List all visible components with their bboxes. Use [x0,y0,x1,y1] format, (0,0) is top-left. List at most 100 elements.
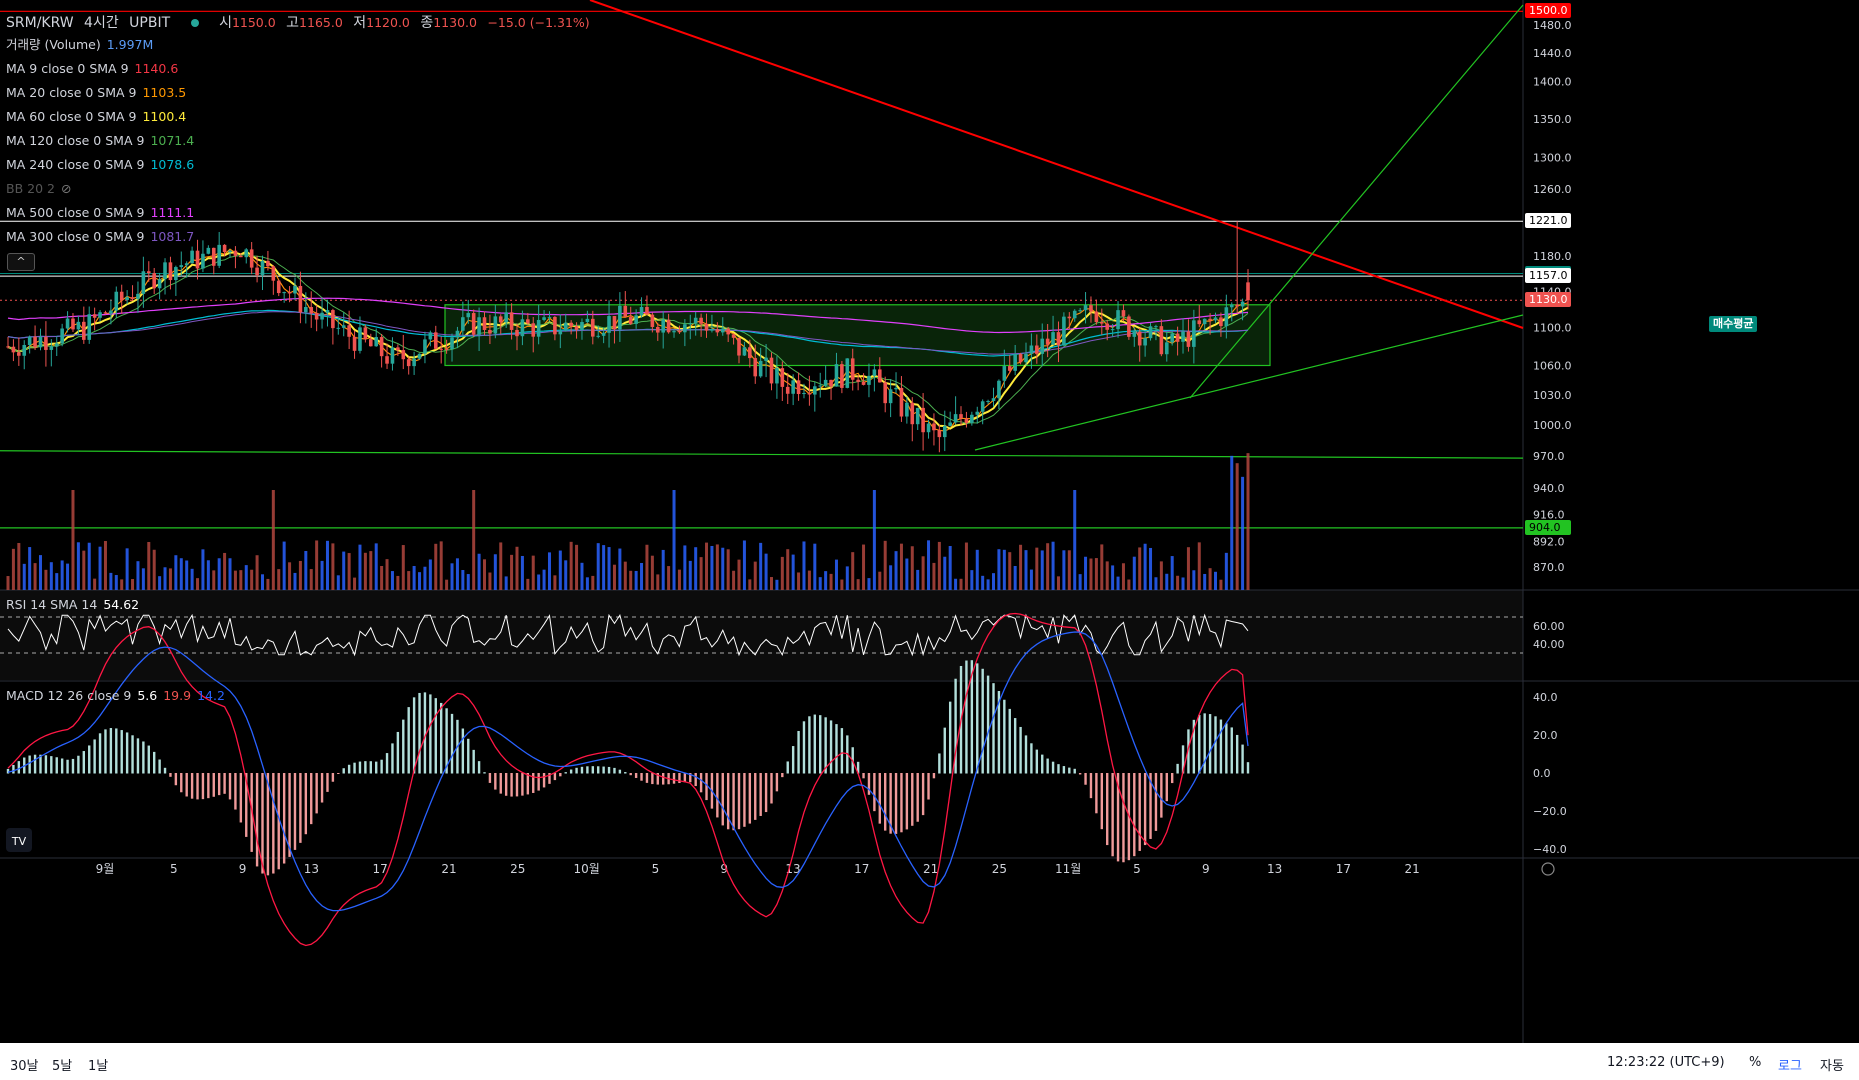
macd-histogram-bar [927,773,930,800]
macd-legend[interactable]: MACD 12 26 close 9 5.6 19.9 14.2 [6,689,225,703]
macd-histogram-bar [1246,762,1250,774]
volume-bar [1127,579,1131,590]
interval-label[interactable]: 4시간 [84,15,119,31]
price-axis-label: 1030.0 [1533,389,1572,402]
legend-row[interactable]: MA 120 close 0 SMA 9 1071.4 [6,134,194,148]
volume-bar [33,563,37,590]
macd-histogram-bar [672,773,676,784]
legend-row[interactable]: MA 60 close 0 SMA 9 1100.4 [6,110,186,124]
candle-body [401,350,406,360]
volume-bar [910,546,914,590]
macd-histogram-bar [120,730,123,774]
price-tag[interactable]: 1221.0 [1525,213,1571,229]
macd-axis-label: 0.0 [1533,767,1551,780]
percent-toggle[interactable]: % [1749,1055,1761,1070]
macd-histogram-bar [293,773,297,850]
macd-histogram-bar [28,755,31,774]
legend-row[interactable]: MA 20 close 0 SMA 9 1103.5 [6,86,186,100]
price-tag[interactable]: 1500.0 [1525,3,1571,19]
candle-body [444,348,449,350]
range-5d[interactable]: 5날 [52,1055,72,1074]
legend-row[interactable]: MA 300 close 0 SMA 9 1081.7 [6,230,194,244]
macd-histogram-bar [180,773,183,793]
candle-body [980,401,985,412]
macd-histogram-bar [640,773,643,781]
range-30d[interactable]: 30날 [10,1055,39,1074]
legend-row[interactable]: MA 9 close 0 SMA 9 1140.6 [6,62,178,76]
legend-value: 1140.6 [134,61,179,76]
candle-body [76,321,81,330]
legend-value: 1.997M [106,37,154,52]
macd-histogram-bar [1106,773,1109,846]
macd-histogram-bar [1165,773,1168,802]
macd-histogram-bar [136,738,140,774]
macd-histogram-bar [1214,716,1217,774]
candle-body [1175,333,1180,342]
log-toggle[interactable]: 로그 [1778,1055,1802,1074]
candle-body [515,329,519,337]
volume-bar [353,577,357,590]
volume-bar [829,573,833,590]
volume-bar [629,570,633,590]
volume-bar [60,560,64,590]
volume-bar [742,540,746,590]
rsi-axis-label: 60.00 [1533,620,1565,633]
candle-body [823,379,828,386]
collapse-legend-button[interactable]: ^ [7,253,35,271]
volume-bar [1067,550,1071,590]
legend-row[interactable]: BB 20 2 ⊘ [6,182,71,196]
volume-bar [894,551,898,590]
candle-body [1078,310,1082,312]
candle-body [1072,310,1077,319]
volume-bar [607,547,611,590]
volume-bar [775,579,779,590]
volume-bar [1111,565,1115,590]
hidden-eye-icon[interactable]: ⊘ [61,181,71,196]
price-tag[interactable]: 904.0 [1525,519,1571,535]
volume-bar [385,559,389,590]
macd-histogram-bar [1122,773,1125,863]
auto-toggle[interactable]: 자동 [1820,1055,1844,1074]
volume-bar [970,570,974,590]
macd-histogram-bar [266,773,270,876]
volume-bar [212,570,216,590]
buy-average-badge[interactable]: 매수평균 [1709,316,1758,332]
volume-bar [168,568,172,590]
legend-row[interactable]: 거래량 (Volume) 1.997M [6,38,153,52]
candle-body [1229,304,1234,308]
macd-histogram-bar [542,773,546,788]
rsi-legend[interactable]: RSI 14 SMA 14 54.62 [6,598,139,612]
volume-bar [769,577,773,590]
candle-body [802,393,806,395]
macd-histogram-bar [770,773,773,804]
candle-body [1029,345,1034,354]
macd-histogram-bar [873,773,876,812]
volume-bar [76,542,80,590]
range-1d[interactable]: 1날 [88,1055,108,1074]
candle-body [309,307,314,314]
macd-histogram-bar [115,728,118,774]
candle-body [959,414,963,419]
legend-name: BB 20 2 [6,181,55,196]
volume-bar [206,560,210,590]
volume-bar [699,557,703,590]
price-tag[interactable]: 1157.0 [1525,268,1571,284]
legend-name: MA 300 close 0 SMA 9 [6,229,145,244]
macd-histogram-bar [98,733,102,774]
price-tag[interactable]: 1130.0 [1525,292,1571,308]
volume-bar [445,579,449,590]
macd-histogram-bar [797,730,800,774]
macd-histogram-bar [575,767,578,774]
price-axis-label: 1400.0 [1533,76,1572,89]
legend-row[interactable]: MA 240 close 0 SMA 9 1078.6 [6,158,194,172]
symbol-name[interactable]: SRM/KRW [6,15,74,31]
candle-body [780,368,785,387]
candle-body [1105,323,1110,330]
volume-bar [547,552,551,590]
candle-body [347,325,351,337]
legend-row[interactable]: MA 500 close 0 SMA 9 1111.1 [6,206,194,220]
candle-body [942,425,947,438]
macd-histogram-bar [1003,699,1006,774]
clock-label[interactable]: 12:23:22 (UTC+9) [1607,1055,1725,1070]
chart-canvas[interactable]: 1480.01440.01400.01350.01300.01260.01180… [0,0,1859,1043]
